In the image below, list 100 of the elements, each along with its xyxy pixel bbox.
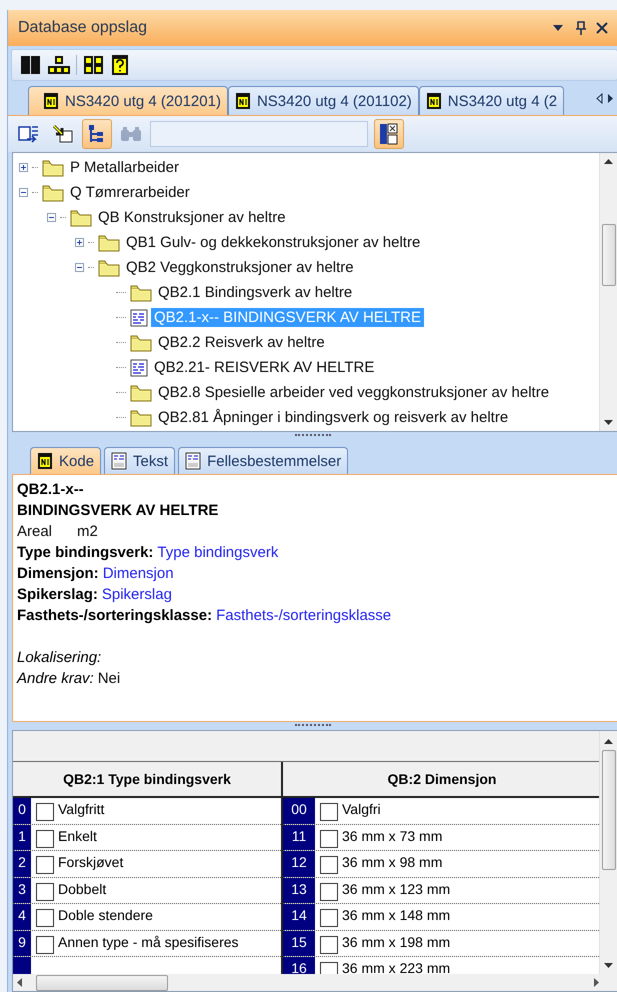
binoculars-icon — [120, 125, 142, 143]
row-code: 0 — [13, 798, 31, 824]
table-cell-text: Valgfritt — [58, 800, 104, 819]
tree-item[interactable]: QB2.8 Spesielle arbeider ved veggkonstruksjoner av heltre — [155, 383, 552, 402]
row-code: 13 — [283, 878, 315, 903]
folder-icon — [130, 384, 152, 402]
scroll-left-icon[interactable] — [596, 93, 603, 104]
scroll-right-icon[interactable] — [594, 978, 599, 987]
table-cell-text: Annen type - må spesifiseres — [58, 932, 239, 952]
item-code: QB2.1-x-- — [17, 480, 85, 500]
detail-tab[interactable]: Tekst — [104, 447, 176, 474]
table-cell-text: 36 mm x 198 mm — [342, 932, 450, 952]
dropdown-icon[interactable] — [552, 24, 564, 32]
search-field[interactable] — [150, 121, 368, 147]
table-cell-text: 36 mm x 98 mm — [342, 853, 442, 872]
checkbox[interactable] — [320, 909, 338, 927]
document-tab[interactable]: NS3420 utg 4 (201201) — [28, 86, 228, 115]
scroll-thumb[interactable] — [602, 750, 616, 870]
checkbox[interactable] — [320, 830, 338, 848]
folder-icon — [98, 234, 120, 252]
scrollbar[interactable] — [599, 731, 617, 974]
scroll-right-icon[interactable] — [607, 93, 614, 104]
tree-item[interactable]: QB2.21- REISVERK AV HELTRE — [151, 358, 378, 377]
collapse-icon[interactable] — [75, 263, 84, 272]
checkbox[interactable] — [320, 936, 338, 954]
tree-item[interactable]: QB1 Gulv- og dekkekonstruksjoner av heltre — [123, 233, 424, 252]
grid-icon[interactable] — [83, 55, 105, 75]
checkbox[interactable] — [320, 803, 338, 821]
unit-value: m2 — [77, 522, 98, 542]
folder-icon — [130, 334, 152, 352]
checkbox[interactable] — [320, 856, 338, 874]
note-label: Andre krav: — [17, 669, 94, 689]
checkbox[interactable] — [36, 856, 54, 874]
checkbox[interactable] — [36, 830, 54, 848]
document-tab[interactable]: NS3420 utg 4 (201102) — [228, 86, 419, 115]
checkbox[interactable] — [36, 936, 54, 954]
expand-icon[interactable] — [19, 163, 28, 172]
table-cell-text: Dobbelt — [58, 880, 106, 898]
tree-item[interactable]: QB2.81 Åpninger i bindingsverk og reisverk av heltre — [155, 408, 512, 427]
numbered-list-button[interactable] — [374, 119, 404, 149]
folder-icon — [98, 258, 120, 276]
tree-item[interactable]: QB2.2 Reisverk av heltre — [155, 333, 328, 352]
hierarchy-icon[interactable] — [48, 55, 70, 75]
tree-item[interactable]: QB Konstruksjoner av heltre — [95, 208, 289, 227]
row-code: 12 — [283, 851, 315, 876]
pin-icon[interactable] — [576, 21, 586, 35]
scroll-thumb[interactable] — [602, 224, 616, 286]
field-label: Type bindingsverk: — [17, 543, 154, 563]
tree-item[interactable]: QB2.1 Bindingsverk av heltre — [155, 283, 356, 302]
folder-icon — [42, 158, 64, 176]
close-icon[interactable] — [596, 22, 608, 34]
splitter-grip[interactable] — [295, 434, 331, 439]
grid-icon[interactable] — [20, 55, 42, 75]
checkbox[interactable] — [36, 909, 54, 927]
folder-icon — [130, 284, 152, 302]
item-title: BINDINGSVERK AV HELTRE — [17, 501, 220, 521]
field-label: Spikerslag: — [17, 585, 98, 605]
folder-icon — [130, 408, 152, 426]
expand-icon[interactable] — [75, 238, 84, 247]
collapse-icon[interactable] — [47, 213, 56, 222]
field-label: Fasthets-/sorteringsklasse: — [17, 606, 212, 626]
scroll-up-icon[interactable] — [604, 159, 613, 164]
checkbox[interactable] — [36, 882, 54, 900]
scrollbar[interactable] — [599, 153, 617, 431]
document-tab[interactable]: NS3420 utg 4 (2 — [418, 86, 564, 115]
unit-label: Areal — [17, 522, 54, 542]
row-code: 9 — [13, 930, 31, 956]
field-link[interactable]: Fasthets-/sorteringsklasse — [216, 605, 392, 626]
import-arrow-icon — [52, 124, 74, 144]
detail-tab[interactable]: Fellesbestemmelser — [178, 447, 348, 474]
field-link[interactable]: Dimensjon — [102, 563, 174, 584]
table-cell-text: 36 mm x 73 mm — [342, 826, 442, 846]
scroll-left-icon[interactable] — [17, 978, 22, 987]
tree-item[interactable]: P Metallarbeider — [67, 158, 182, 177]
scroll-thumb[interactable] — [36, 974, 168, 990]
toolbar-button[interactable] — [82, 119, 112, 149]
table-cell-text: Doble stendere — [58, 906, 153, 925]
column-header: QB:2 Dimensjon — [283, 762, 599, 798]
help-book-icon[interactable] — [111, 54, 129, 76]
scrollbar[interactable] — [13, 974, 617, 991]
scroll-down-icon[interactable] — [604, 963, 613, 968]
collapse-icon[interactable] — [19, 188, 28, 197]
column-header: QB2:1 Type bindingsverk — [13, 762, 281, 798]
tree-item[interactable]: Q Tømrerarbeider — [67, 183, 193, 202]
table-cell-text: Forskjøvet — [58, 853, 124, 872]
row-code: 15 — [283, 930, 315, 956]
detail-tab[interactable]: Kode — [30, 447, 102, 474]
table-cell-text: Valgfri — [342, 800, 381, 819]
checkbox[interactable] — [320, 882, 338, 900]
scroll-up-icon[interactable] — [604, 739, 613, 744]
field-label: Dimensjon: — [17, 564, 99, 584]
checkbox[interactable] — [36, 803, 54, 821]
row-code: 14 — [283, 904, 315, 930]
table-cell-text: Enkelt — [58, 826, 97, 846]
tree-item[interactable]: QB2 Veggkonstruksjoner av heltre — [123, 258, 357, 277]
field-link[interactable]: Type bindingsverk — [157, 542, 278, 563]
row-code: 4 — [13, 904, 31, 930]
scroll-down-icon[interactable] — [604, 420, 613, 425]
book-icon — [234, 92, 251, 110]
field-link[interactable]: Spikerslag — [102, 584, 172, 605]
